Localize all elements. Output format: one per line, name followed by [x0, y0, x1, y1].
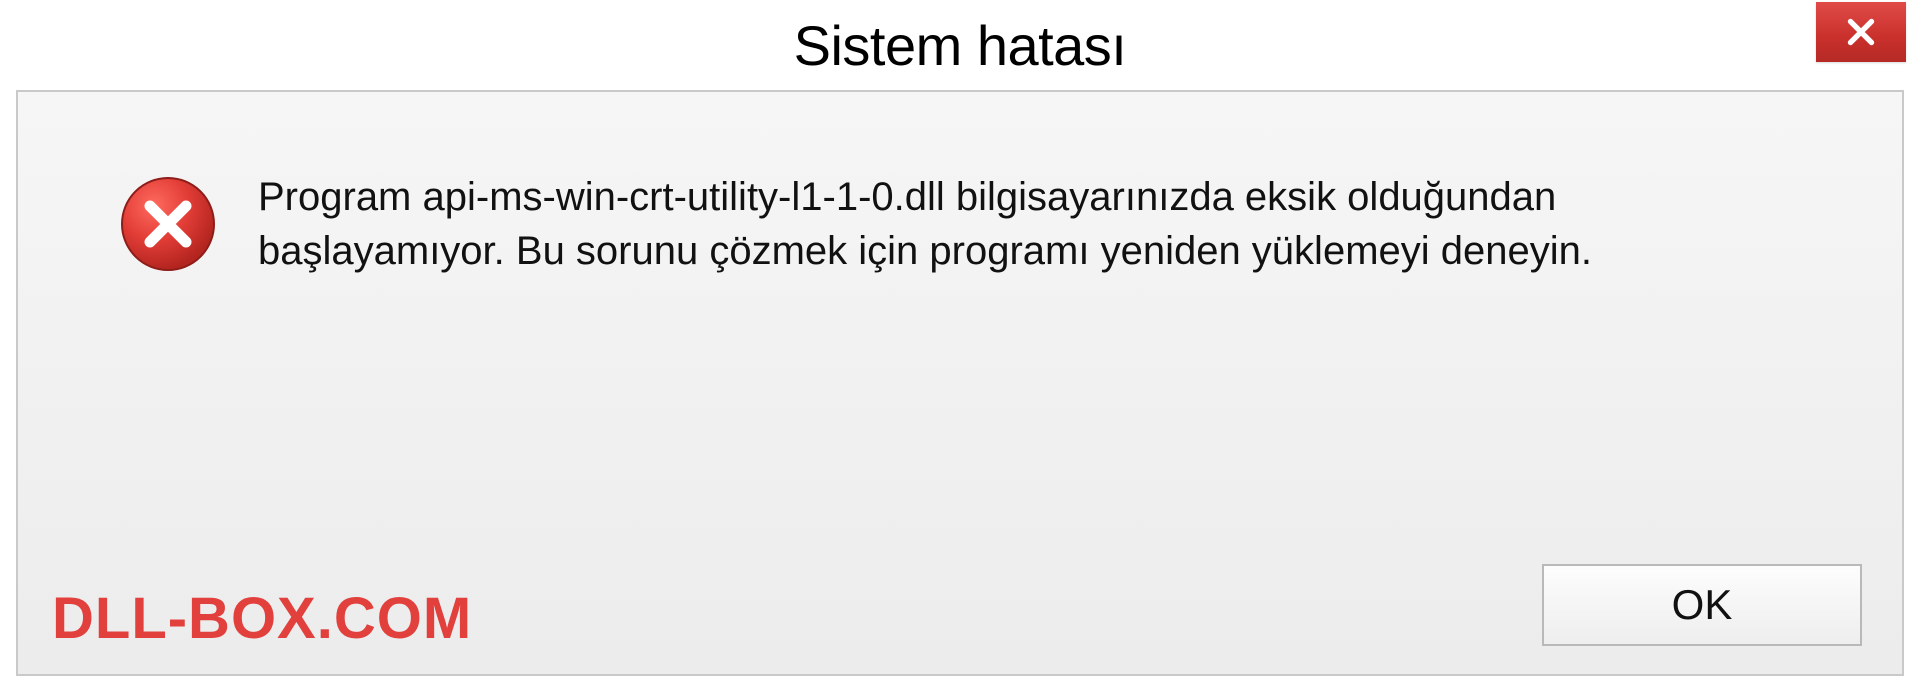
dialog-title: Sistem hatası: [794, 13, 1127, 78]
close-icon: [1843, 14, 1879, 50]
error-message: Program api-ms-win-crt-utility-l1-1-0.dl…: [258, 170, 1788, 278]
titlebar: Sistem hatası: [0, 0, 1920, 90]
ok-button[interactable]: OK: [1542, 564, 1862, 646]
dialog-footer: DLL-BOX.COM OK: [18, 544, 1902, 674]
dialog-content: Program api-ms-win-crt-utility-l1-1-0.dl…: [118, 170, 1788, 278]
ok-button-label: OK: [1672, 581, 1733, 629]
error-icon: [118, 174, 218, 274]
dialog-panel: Program api-ms-win-crt-utility-l1-1-0.dl…: [16, 90, 1904, 676]
watermark-text: DLL-BOX.COM: [52, 585, 472, 652]
close-button[interactable]: [1816, 2, 1906, 62]
